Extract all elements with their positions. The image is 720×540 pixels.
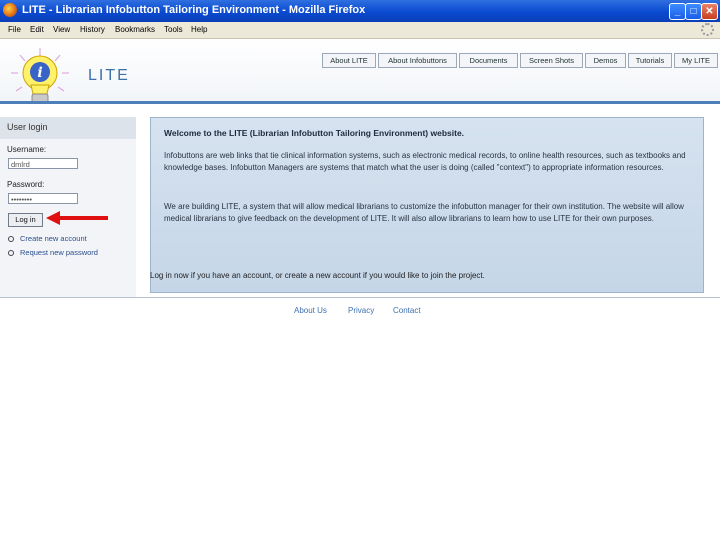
menu-edit[interactable]: Edit [30, 25, 44, 34]
site-footer: About Us Privacy Contact [0, 301, 720, 321]
create-account-link[interactable]: Create new account [8, 234, 87, 243]
welcome-box: Welcome to the LITE (Librarian Infobutto… [150, 117, 704, 293]
site-logo-text[interactable]: LITE [88, 67, 130, 85]
login-title: User login [0, 117, 136, 139]
username-field[interactable]: dmlrd [8, 158, 78, 169]
menu-help[interactable]: Help [191, 25, 207, 34]
minimize-button[interactable]: _ [669, 3, 686, 20]
welcome-title: Welcome to the LITE (Librarian Infobutto… [164, 128, 465, 138]
login-button[interactable]: Log in [8, 213, 43, 227]
lightbulb-info-icon: i [11, 48, 69, 104]
password-label: Password: [7, 180, 45, 189]
nav-documents[interactable]: Documents [459, 53, 518, 68]
nav-about-infobuttons[interactable]: About Infobuttons [378, 53, 457, 68]
login-prompt: Log in now if you have an account, or cr… [150, 271, 485, 280]
bullet-icon [8, 250, 14, 257]
footer-divider [0, 297, 720, 298]
footer-privacy[interactable]: Privacy [348, 306, 374, 315]
create-account-text[interactable]: Create new account [20, 234, 87, 243]
request-password-link[interactable]: Request new password [8, 248, 98, 257]
login-sidebar: User login Username: dmlrd Password: •••… [0, 117, 136, 297]
welcome-paragraph-1: Infobuttons are web links that tie clini… [164, 151, 686, 172]
page-content: i LITE About LITE About Infobuttons Docu… [0, 39, 720, 540]
nav-my-lite[interactable]: My LITE [674, 53, 718, 68]
site-header: i LITE About LITE About Infobuttons Docu… [0, 39, 720, 104]
welcome-paragraph-2: We are building LITE, a system that will… [164, 202, 684, 223]
nav-screen-shots[interactable]: Screen Shots [520, 53, 583, 68]
nav-demos[interactable]: Demos [585, 53, 626, 68]
window-title: LITE - Librarian Infobutton Tailoring En… [22, 4, 366, 16]
menu-bar: File Edit View History Bookmarks Tools H… [0, 22, 720, 39]
header-divider [0, 101, 720, 104]
nav-about-lite[interactable]: About LITE [322, 53, 376, 68]
menu-view[interactable]: View [53, 25, 70, 34]
login-title-text: User login [7, 122, 48, 132]
bullet-icon [8, 236, 14, 243]
nav-tutorials[interactable]: Tutorials [628, 53, 672, 68]
password-field[interactable]: •••••••• [8, 193, 78, 204]
window-titlebar: LITE - Librarian Infobutton Tailoring En… [0, 0, 720, 22]
footer-about-us[interactable]: About Us [294, 306, 327, 315]
close-button[interactable]: ✕ [701, 3, 718, 20]
svg-text:i: i [37, 65, 42, 81]
menu-file[interactable]: File [8, 25, 21, 34]
request-password-text[interactable]: Request new password [20, 248, 98, 257]
menu-tools[interactable]: Tools [164, 25, 183, 34]
menu-history[interactable]: History [80, 25, 105, 34]
firefox-icon [3, 3, 17, 17]
menu-bookmarks[interactable]: Bookmarks [115, 25, 155, 34]
red-arrow-annotation [46, 211, 108, 225]
footer-contact[interactable]: Contact [393, 306, 421, 315]
maximize-button[interactable]: □ [685, 3, 702, 20]
username-label: Username: [7, 145, 47, 154]
throbber-icon [701, 23, 714, 36]
